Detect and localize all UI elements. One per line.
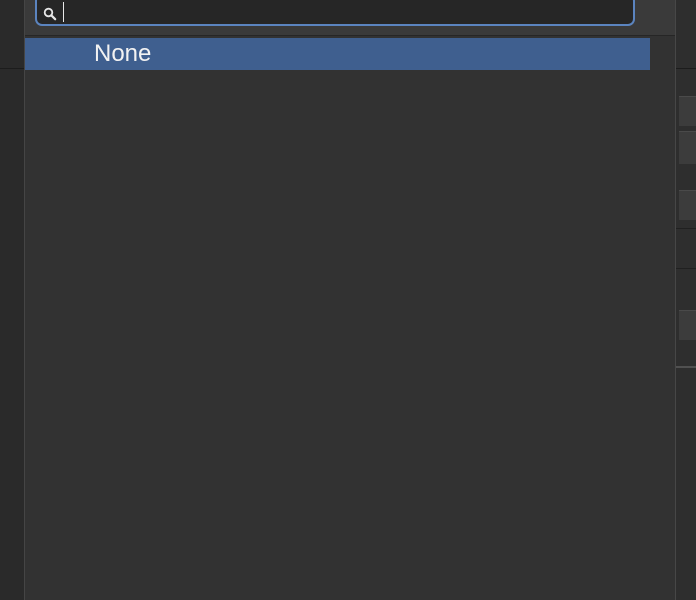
inspector-row[interactable] — [679, 96, 696, 126]
inspector-divider — [676, 366, 696, 368]
right-inspector-edge — [675, 0, 696, 600]
option-list: None — [25, 38, 650, 70]
dropdown-popover: None — [25, 0, 675, 600]
inspector-divider — [676, 228, 696, 229]
search-input[interactable] — [67, 0, 631, 24]
inspector-row[interactable] — [679, 131, 696, 164]
left-pane-edge — [0, 0, 25, 600]
text-caret — [63, 2, 64, 22]
search-bar — [25, 0, 675, 36]
inspector-divider — [676, 268, 696, 269]
inspector-row[interactable] — [679, 190, 696, 220]
search-field[interactable] — [35, 0, 635, 26]
inspector-row[interactable] — [679, 310, 696, 340]
option-none[interactable]: None — [25, 38, 650, 70]
left-pane-divider — [0, 68, 24, 69]
right-pane-divider — [676, 68, 696, 69]
search-icon — [43, 7, 57, 21]
